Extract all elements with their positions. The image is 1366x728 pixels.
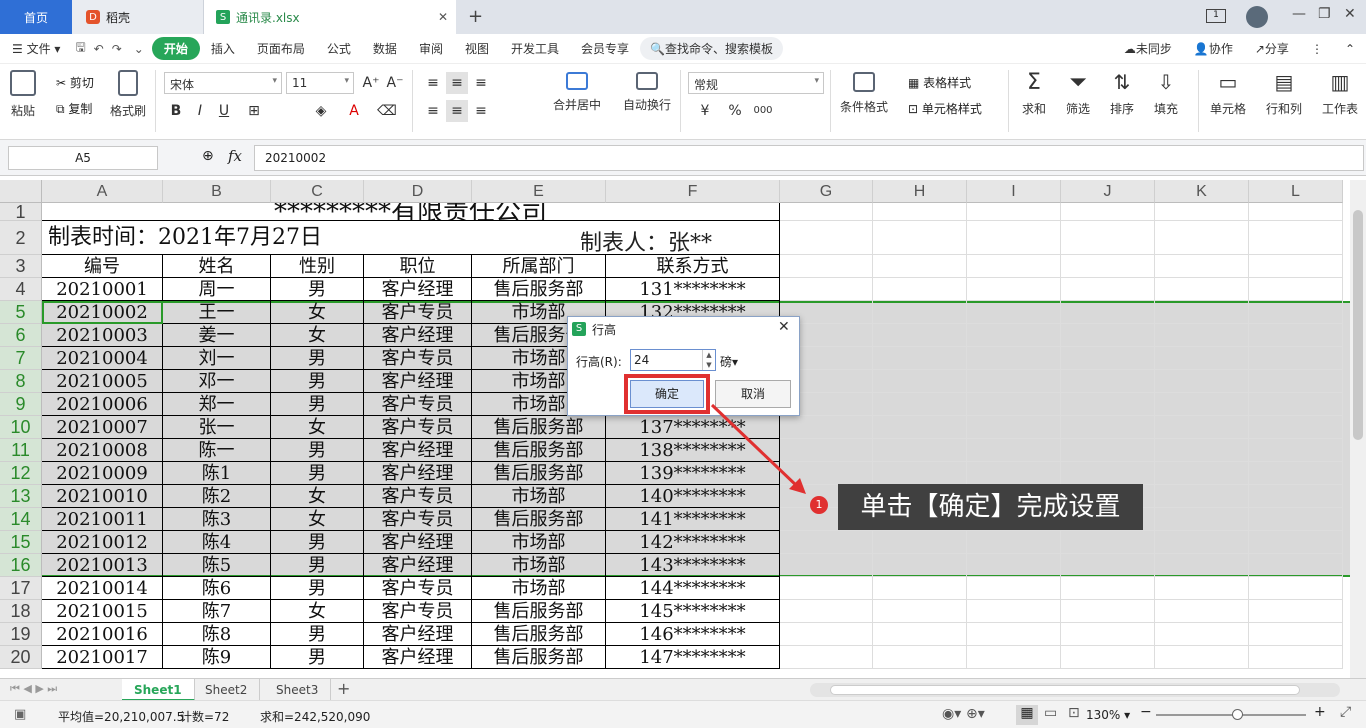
zoom-level[interactable]: 130% ▾ xyxy=(1086,708,1130,722)
sheet-tab-3[interactable]: Sheet3 xyxy=(264,679,332,701)
sheet-nav-icons[interactable]: ⏮ ◀ ▶ ⏭ xyxy=(10,682,57,696)
sheet-tab-bar: ⏮ ◀ ▶ ⏭ Sheet1 Sheet2 Sheet3 + xyxy=(0,678,1366,701)
status-sum: 求和=242,520,090 xyxy=(260,710,371,724)
step-number: 1 xyxy=(815,498,823,511)
zoom-slider-thumb[interactable] xyxy=(1232,709,1243,720)
fullscreen-icon[interactable]: ⤢ xyxy=(1340,704,1351,720)
horizontal-scrollbar[interactable] xyxy=(810,683,1340,697)
annotation-arrow xyxy=(710,403,828,514)
zoom-value: 130% xyxy=(1086,708,1121,722)
zoom-in-icon[interactable]: + xyxy=(1314,704,1326,720)
zoom-out-icon[interactable]: − xyxy=(1140,704,1152,720)
normal-view-icon[interactable]: ▦ xyxy=(1016,705,1038,725)
status-bar: ▣ 平均值=20,210,007.5 计数=72 求和=242,520,090 … xyxy=(0,700,1366,728)
sheet-tab-2[interactable]: Sheet2 xyxy=(193,679,261,701)
status-count: 计数=72 xyxy=(180,710,230,724)
page-layout-view-icon[interactable]: ▭ xyxy=(1044,705,1057,721)
macro-icon[interactable]: ▣ xyxy=(14,707,26,722)
sheet-tab-1[interactable]: Sheet1 xyxy=(122,679,195,701)
annotation-callout: 单击【确定】完成设置 xyxy=(838,484,1143,530)
h-scroll-thumb[interactable] xyxy=(830,685,1300,695)
eye-protection-icon[interactable]: ◉▾ xyxy=(942,706,961,722)
freeze-icon[interactable]: ⊕▾ xyxy=(966,706,985,722)
add-sheet-icon[interactable]: + xyxy=(337,679,350,698)
zoom-slider[interactable] xyxy=(1156,714,1306,716)
page-break-view-icon[interactable]: ⊡ xyxy=(1068,705,1080,721)
status-average: 平均值=20,210,007.5 xyxy=(58,710,185,724)
